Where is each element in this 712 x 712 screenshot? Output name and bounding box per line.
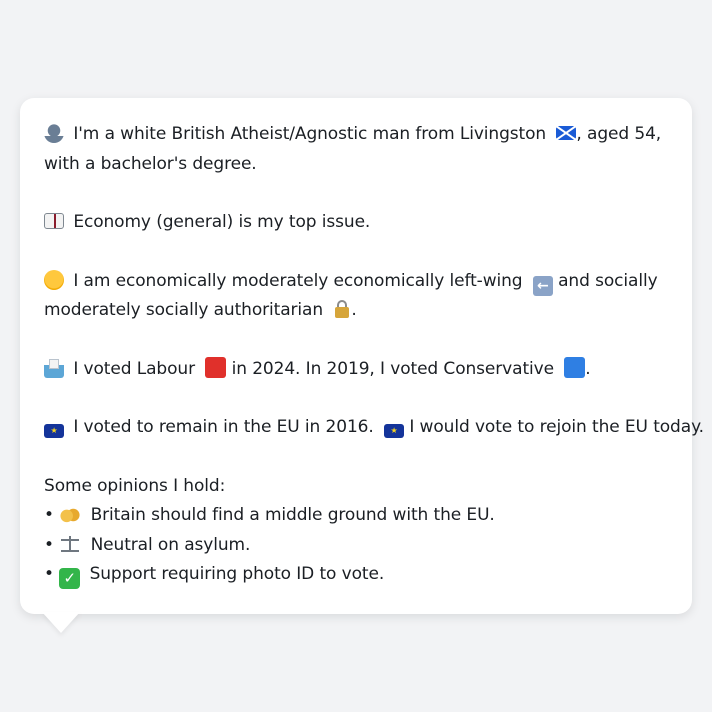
thinking-face-icon [44, 269, 64, 290]
ideology-line-1: I am economically moderately economicall… [44, 267, 668, 297]
left-arrow-icon: ← [532, 275, 553, 296]
opinions-paragraph: Some opinions I hold: • Britain should f… [44, 472, 668, 590]
eu-flag-icon: ★ [44, 424, 64, 438]
opinions-heading: Some opinions I hold: [44, 475, 226, 496]
eu-text-2: I would vote to rejoin the EU today. [409, 417, 704, 437]
opinion-text: Support requiring photo ID to vote. [89, 564, 385, 584]
ideology-text-3: moderately socially authoritarian [44, 300, 324, 320]
identity-text-2: , aged 54, [576, 124, 662, 144]
identity-text-1: I'm a white British Atheist/Agnostic man… [73, 124, 547, 144]
opinion-item: • Neutral on asylum. [44, 531, 668, 561]
opinion-text: Britain should find a middle ground with… [90, 505, 495, 525]
bullet-point: • [44, 534, 54, 555]
voting-text-2: in 2024. In 2019, I voted Conservative [231, 358, 554, 379]
top-issue-paragraph: Economy (general) is my top issue. [44, 208, 668, 238]
eu-line: ★ I voted to remain in the EU in 2016. ★… [44, 413, 704, 443]
ideology-text-1: I am economically moderately economicall… [73, 270, 523, 291]
eu-flag-icon: ★ [384, 424, 405, 438]
handshake-icon [59, 506, 82, 524]
opinion-item: • ✓ Support requiring photo ID to vote. [44, 560, 668, 590]
identity-line-1: I'm a white British Atheist/Agnostic man… [44, 120, 668, 150]
check-mark-icon: ✓ [59, 568, 81, 589]
opinion-text: Neutral on asylum. [90, 534, 251, 555]
ideology-text-4: . [351, 300, 357, 320]
book-icon [44, 213, 64, 229]
ideology-paragraph: I am economically moderately economicall… [44, 267, 668, 326]
identity-line-2: with a bachelor's degree. [44, 153, 257, 174]
bullet-point: • [44, 505, 54, 525]
voting-text-3: . [585, 358, 591, 379]
voting-paragraph: I voted Labour in 2024. In 2019, I voted… [44, 355, 668, 385]
scales-icon [59, 534, 81, 554]
blue-square-icon [564, 356, 586, 378]
voting-text-1: I voted Labour [73, 358, 195, 379]
eu-paragraph: ★ I voted to remain in the EU in 2016. ★… [44, 413, 704, 443]
opinion-item: • Britain should find a middle ground wi… [44, 501, 668, 531]
person-icon [44, 123, 64, 143]
ballot-box-icon [44, 357, 64, 378]
red-square-icon [205, 356, 227, 378]
bullet-point: • [44, 564, 54, 584]
identity-paragraph: I'm a white British Atheist/Agnostic man… [44, 120, 668, 179]
top-issue-line: Economy (general) is my top issue. [44, 208, 668, 238]
lock-icon [333, 299, 351, 319]
ideology-line-2: moderately socially authoritarian . [44, 296, 668, 326]
profile-card: I'm a white British Atheist/Agnostic man… [20, 98, 704, 614]
speech-bubble-tail [42, 612, 80, 633]
top-issue-text: Economy (general) is my top issue. [73, 212, 371, 232]
ideology-text-2: and socially [558, 270, 658, 291]
voting-line: I voted Labour in 2024. In 2019, I voted… [44, 355, 668, 385]
eu-text-1: I voted to remain in the EU in 2016. [73, 417, 374, 437]
scotland-flag-icon [556, 126, 577, 140]
